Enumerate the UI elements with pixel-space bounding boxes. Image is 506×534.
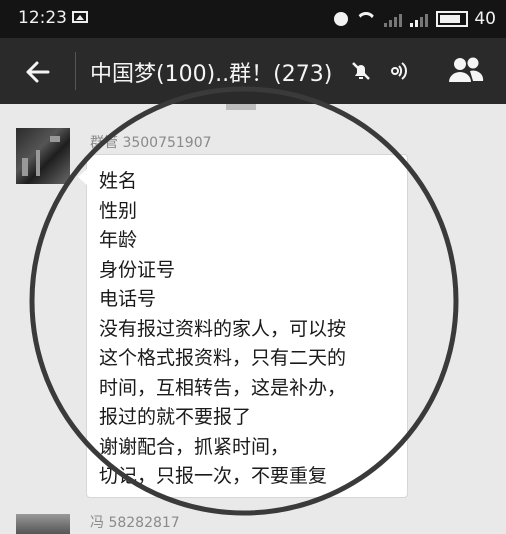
chat-title: 中国梦(100)..群！(273) (90, 62, 333, 87)
voice-icon (386, 60, 408, 82)
members-icon (449, 57, 484, 82)
sender-name: 群管 3500751907 (90, 135, 212, 151)
message-line: 姓名 (99, 170, 138, 192)
signal-icon-2 (410, 11, 429, 27)
members-button[interactable] (446, 54, 486, 86)
title-divider (75, 52, 76, 90)
message-line: 年龄 (99, 229, 138, 251)
title-bar: 中国梦(100)..群！(273) (0, 38, 506, 104)
message-line: 谢谢配合，抓紧时间， (99, 435, 290, 458)
sender-name-2: 冯 58282817 (90, 515, 180, 531)
back-button[interactable] (20, 54, 56, 90)
message-line: 性别 (99, 199, 138, 222)
status-icons: 40 (334, 8, 496, 30)
alarm-icon (334, 12, 349, 26)
photo-icon (72, 11, 88, 23)
avatar-2[interactable] (16, 514, 70, 534)
message-line: 报过的就不要报了 (99, 406, 252, 428)
back-arrow-icon (26, 61, 50, 83)
message-line: 没有报过资料的家人，可以按 (99, 317, 347, 340)
message-line: 这个格式报资料，只有二天的 (99, 347, 347, 369)
message-line: 切记，只报一次，不要重复 (99, 465, 328, 487)
battery-icon (436, 11, 469, 27)
message-line: 电话号 (99, 288, 157, 310)
message-line: 身份证号 (99, 258, 176, 281)
status-time: 12:23 (18, 8, 67, 28)
status-bar: 12:23 40 (0, 0, 506, 38)
chat-area[interactable]: 群管 3500751907 姓名 性别 年龄 身份证号 电话号 没有报过资料的家… (0, 104, 506, 534)
battery-level: 40 (474, 9, 496, 29)
scroll-indicator (226, 104, 256, 110)
wifi-icon (356, 12, 376, 26)
mute-icon (350, 60, 372, 82)
avatar[interactable] (16, 128, 70, 184)
message-text: 姓名 性别 年龄 身份证号 电话号 没有报过资料的家人，可以按 这个格式报资料，… (99, 167, 399, 492)
message-bubble[interactable]: 姓名 性别 年龄 身份证号 电话号 没有报过资料的家人，可以按 这个格式报资料，… (78, 154, 408, 498)
signal-icon (384, 11, 403, 27)
message-line: 时间，互相转告，这是补办， (99, 376, 347, 399)
